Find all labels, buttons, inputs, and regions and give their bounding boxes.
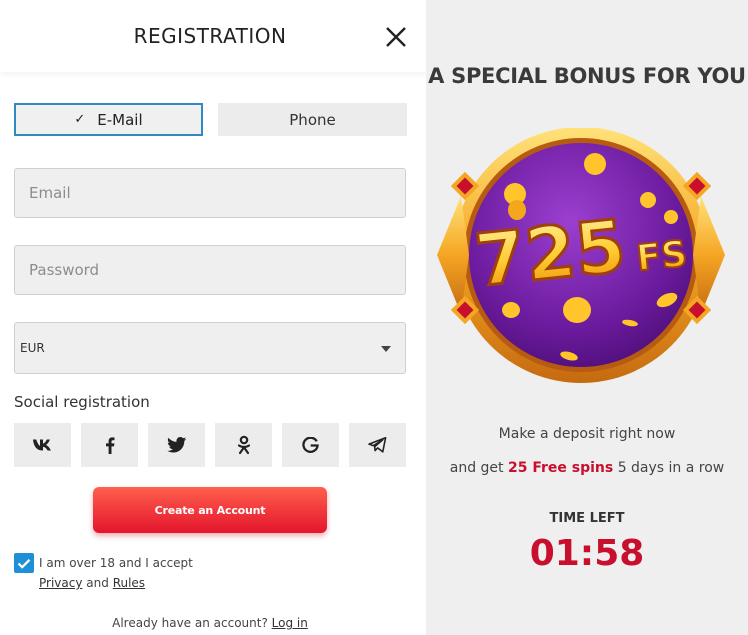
login-link[interactable]: Log in <box>272 616 308 630</box>
tab-phone[interactable]: Phone <box>218 103 407 136</box>
panel-header: REGISTRATION <box>0 0 426 72</box>
password-field-wrapper <box>14 245 406 295</box>
vk-icon <box>32 439 51 451</box>
privacy-link[interactable]: Privacy <box>39 576 82 590</box>
tab-email[interactable]: ✓ E-Mail <box>14 103 203 136</box>
email-field[interactable] <box>15 169 405 217</box>
create-account-button[interactable]: Create an Account <box>93 487 327 533</box>
currency-select[interactable]: EUR <box>14 322 406 374</box>
social-odnoklassniki-button[interactable] <box>215 423 272 467</box>
chevron-down-icon <box>381 346 391 352</box>
timer-label: TIME LEFT <box>549 511 625 526</box>
promo-highlight: 25 Free spins <box>507 460 614 476</box>
age-consent-checkbox[interactable] <box>14 553 34 573</box>
password-field[interactable] <box>15 246 405 294</box>
create-account-label: Create an Account <box>154 503 266 517</box>
countdown-timer: 01:58 <box>529 533 645 574</box>
promo-line-2-post: 5 days in a row <box>617 460 725 476</box>
consent-and: and <box>86 576 109 590</box>
registration-panel: REGISTRATION ✓ E-Mail Phone EUR Social r… <box>0 0 426 635</box>
age-consent-text: I am over 18 and I accept <box>39 556 193 570</box>
check-icon: ✓ <box>74 112 86 127</box>
email-field-wrapper <box>14 168 406 218</box>
facebook-icon <box>105 436 114 454</box>
social-facebook-button[interactable] <box>81 423 138 467</box>
page-title: REGISTRATION <box>133 24 287 48</box>
social-vk-button[interactable] <box>14 423 71 467</box>
promo-line-1: Make a deposit right now <box>498 426 676 442</box>
telegram-icon <box>368 437 387 453</box>
social-twitter-button[interactable] <box>148 423 205 467</box>
social-telegram-button[interactable] <box>349 423 406 467</box>
bonus-badge: 725 FS <box>437 128 725 383</box>
twitter-icon <box>166 437 186 453</box>
bonus-title: A SPECIAL BONUS FOR YOU <box>428 64 746 88</box>
consent-links: Privacy and Rules <box>39 576 145 590</box>
promo-line-2-pre: and get <box>449 460 504 476</box>
odnoklassniki-icon <box>237 435 250 455</box>
badge-number: 725 <box>471 204 629 303</box>
currency-value: EUR <box>20 341 45 355</box>
check-icon <box>17 558 31 569</box>
close-icon[interactable] <box>383 24 409 50</box>
login-prompt-text: Already have an account? <box>112 616 268 630</box>
social-google-button[interactable] <box>282 423 339 467</box>
social-registration-label: Social registration <box>14 393 150 411</box>
tab-phone-label: Phone <box>289 110 336 129</box>
badge-suffix: FS <box>635 234 690 280</box>
promo-line-2: and get 25 Free spins 5 days in a row <box>426 460 748 476</box>
login-prompt: Already have an account? Log in <box>0 616 420 630</box>
rules-link[interactable]: Rules <box>113 576 145 590</box>
tab-email-label: E-Mail <box>97 110 143 129</box>
google-icon <box>302 436 319 453</box>
